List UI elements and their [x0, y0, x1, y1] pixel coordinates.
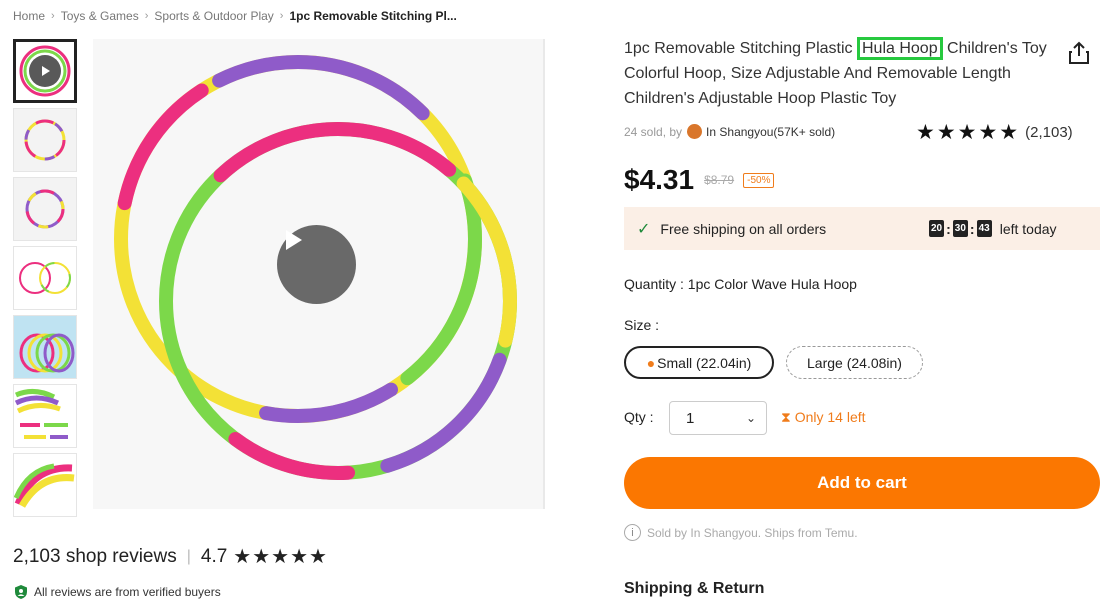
free-shipping-text: Free shipping on all orders: [660, 220, 827, 237]
selected-variant-label: Quantity : 1pc Color Wave Hula Hoop: [624, 276, 857, 292]
breadcrumb-separator: ›: [279, 10, 284, 22]
free-shipping-banner: ✓ Free shipping on all orders 20 : 30 : …: [624, 207, 1100, 250]
verified-shield-icon: [15, 585, 27, 599]
sold-by-note: i Sold by In Shangyou. Ships from Temu.: [624, 524, 858, 541]
sales-meta: 24 sold, by In Shangyou(57K+ sold) ★★★★★…: [624, 121, 1102, 144]
breadcrumb-home[interactable]: Home: [13, 9, 45, 23]
shop-rating-score: 4.7: [200, 545, 228, 567]
verified-buyers-note: All reviews are from verified buyers: [13, 584, 221, 600]
breadcrumb-current: 1pc Removable Stitching Pl...: [289, 9, 457, 23]
main-product-image[interactable]: [93, 39, 544, 509]
current-price: $4.31: [624, 164, 695, 195]
discount-badge: -50%: [743, 172, 775, 188]
shop-rating-stars: ★★★★★: [233, 546, 328, 568]
breadcrumb-separator: ›: [144, 10, 149, 22]
shop-reviews-summary: 2,103 shop reviews | 4.7 ★★★★★: [13, 544, 328, 569]
size-label: Size :: [624, 317, 660, 333]
thumbnail-image[interactable]: [13, 315, 77, 379]
play-icon: [286, 230, 302, 250]
hoop-thumbnail-image: [19, 333, 75, 373]
hoop-thumbnail-image: [25, 189, 65, 229]
stock-warning: ⧗ Only 14 left: [781, 409, 866, 426]
hourglass-icon: ⧗: [781, 409, 791, 425]
seller-avatar: [687, 124, 703, 139]
shipping-return-heading[interactable]: Shipping & Return: [624, 580, 764, 598]
qty-value: 1: [686, 409, 695, 427]
play-icon: [29, 55, 61, 87]
product-rating[interactable]: ★★★★★ (2,103): [916, 120, 1073, 145]
shop-reviews-count[interactable]: 2,103 shop reviews: [13, 546, 177, 568]
breadcrumb-sports-outdoor[interactable]: Sports & Outdoor Play: [154, 9, 273, 23]
breadcrumb-separator: ›: [51, 10, 55, 22]
thumbnail-image[interactable]: [13, 177, 77, 241]
thumbnail-image[interactable]: [13, 384, 77, 448]
price-row: $4.31 $8.79 -50%: [624, 164, 775, 196]
qty-select[interactable]: 1 ⌄: [669, 401, 767, 435]
title-text: 1pc Removable Stitching Plastic: [624, 40, 857, 57]
play-video-button[interactable]: [277, 225, 356, 304]
left-today-text: left today: [999, 220, 1057, 237]
qty-label: Qty :: [624, 409, 654, 425]
size-option-small[interactable]: ● Small (22.04in): [624, 346, 774, 379]
size-option-label: Small (22.04in): [657, 354, 752, 371]
share-icon[interactable]: [1066, 40, 1092, 66]
timer-seconds: 43: [976, 220, 992, 237]
thumbnail-image[interactable]: [13, 246, 77, 310]
thumbnail-image[interactable]: [13, 108, 77, 172]
add-to-cart-button[interactable]: Add to cart: [624, 457, 1100, 509]
hoop-thumbnail-image: [19, 262, 71, 294]
original-price: $8.79: [704, 173, 735, 187]
rating-count: (2,103): [1025, 124, 1073, 141]
stock-warning-text: Only 14 left: [794, 409, 866, 425]
image-divider: [543, 39, 545, 509]
timer-hours: 20: [929, 220, 945, 237]
timer-minutes: 30: [952, 220, 968, 237]
hoop-thumbnail-image: [24, 119, 66, 161]
sold-count: 24 sold, by: [624, 124, 683, 139]
flame-icon: ●: [646, 354, 656, 371]
countdown-timer: 20 : 30 : 43 left today: [929, 220, 1057, 237]
product-title: 1pc Removable Stitching Plastic Hula Hoo…: [624, 36, 1056, 111]
breadcrumb: Home › Toys & Games › Sports & Outdoor P…: [13, 9, 457, 23]
thumbnail-image[interactable]: [13, 453, 77, 517]
chevron-down-icon: ⌄: [745, 411, 756, 425]
seller-link[interactable]: In Shangyou(57K+ sold): [706, 125, 835, 139]
size-option-label: Large (24.08in): [807, 354, 902, 371]
separator: |: [186, 547, 191, 565]
rating-stars: ★★★★★: [916, 121, 1021, 144]
hoop-thumbnail-image: [14, 463, 75, 508]
size-option-large[interactable]: Large (24.08in): [786, 346, 923, 379]
check-icon: ✓: [637, 220, 651, 238]
breadcrumb-toys-games[interactable]: Toys & Games: [61, 9, 139, 23]
sold-by-text: Sold by In Shangyou. Ships from Temu.: [647, 525, 858, 540]
info-icon: i: [624, 524, 641, 541]
title-highlight: Hula Hoop: [857, 37, 943, 60]
verified-buyers-text: All reviews are from verified buyers: [34, 585, 221, 599]
thumbnail-list: [13, 39, 79, 522]
hoop-thumbnail-image: [14, 389, 68, 439]
thumbnail-video[interactable]: [13, 39, 77, 103]
